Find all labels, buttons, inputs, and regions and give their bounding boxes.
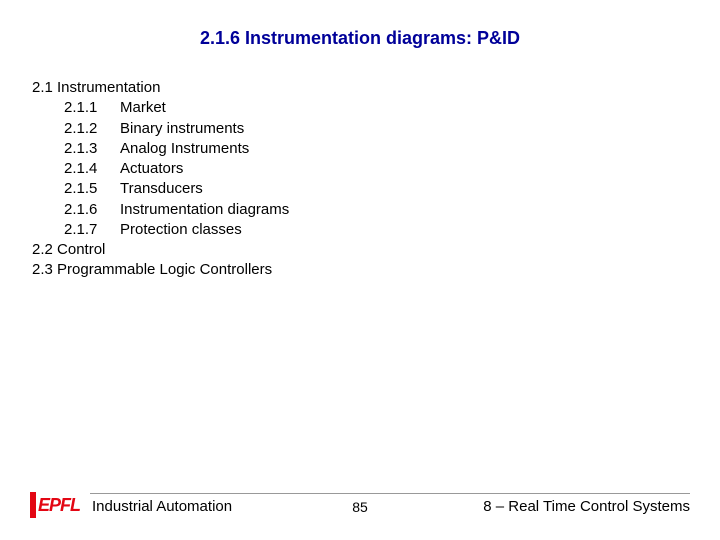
outline-item-label: Binary instruments bbox=[120, 120, 244, 137]
slide: 2.1.6 Instrumentation diagrams: P&ID 2.1… bbox=[0, 0, 720, 540]
outline-item-label: Market bbox=[120, 99, 166, 116]
outline-item: 2.1.6Instrumentation diagrams bbox=[32, 200, 289, 220]
outline: 2.1 Instrumentation 2.1.1Market 2.1.2Bin… bbox=[32, 78, 289, 281]
outline-item-label: Analog Instruments bbox=[120, 140, 249, 157]
outline-section: 2.2 Control bbox=[32, 240, 289, 260]
outline-item-number: 2.1.4 bbox=[64, 159, 120, 179]
outline-item-label: Transducers bbox=[120, 180, 203, 197]
outline-item-number: 2.1.7 bbox=[64, 220, 120, 240]
outline-item-number: 2.1.1 bbox=[64, 98, 120, 118]
outline-section: 2.1 Instrumentation bbox=[32, 78, 289, 98]
outline-item: 2.1.7Protection classes bbox=[32, 220, 289, 240]
outline-item-number: 2.1.2 bbox=[64, 119, 120, 139]
outline-item: 2.1.4Actuators bbox=[32, 159, 289, 179]
outline-item: 2.1.3Analog Instruments bbox=[32, 139, 289, 159]
outline-item-number: 2.1.5 bbox=[64, 179, 120, 199]
outline-section: 2.3 Programmable Logic Controllers bbox=[32, 260, 289, 280]
outline-item-label: Protection classes bbox=[120, 221, 242, 238]
outline-item-number: 2.1.6 bbox=[64, 200, 120, 220]
outline-item: 2.1.2Binary instruments bbox=[32, 119, 289, 139]
outline-item-number: 2.1.3 bbox=[64, 139, 120, 159]
footer-right-text: 8 – Real Time Control Systems bbox=[483, 498, 690, 515]
footer-divider bbox=[90, 493, 690, 494]
outline-item-label: Actuators bbox=[120, 160, 183, 177]
outline-item: 2.1.1Market bbox=[32, 98, 289, 118]
footer: EPFL Industrial Automation 85 8 – Real T… bbox=[30, 488, 690, 518]
slide-title: 2.1.6 Instrumentation diagrams: P&ID bbox=[0, 28, 720, 49]
outline-item: 2.1.5Transducers bbox=[32, 179, 289, 199]
outline-item-label: Instrumentation diagrams bbox=[120, 201, 289, 218]
